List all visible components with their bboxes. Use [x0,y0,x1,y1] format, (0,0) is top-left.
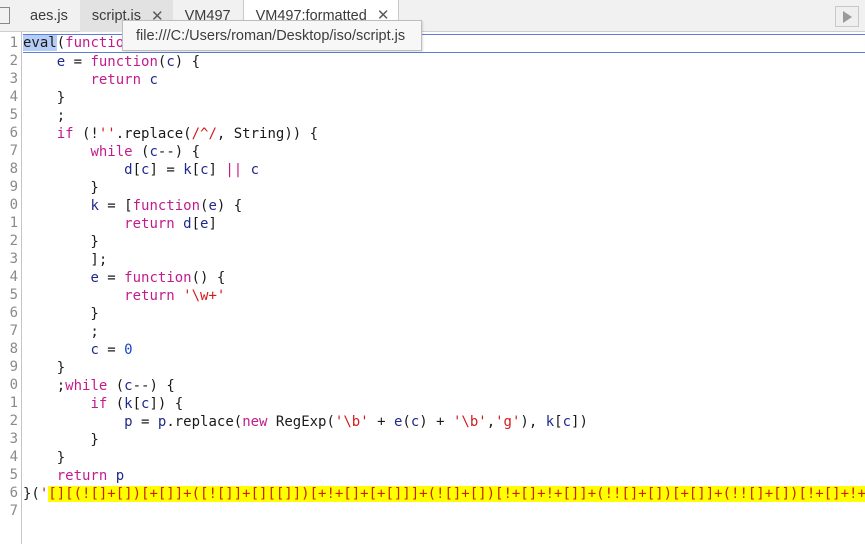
line-number[interactable]: 7 [10,322,18,340]
code-line-16: } [23,306,99,322]
line-number[interactable]: 8 [10,340,18,358]
line-number[interactable]: 3 [10,250,18,268]
line-number[interactable]: 6 [10,484,18,502]
file-path-tooltip: file:///C:/Users/roman/Desktop/iso/scrip… [122,20,422,51]
line-number[interactable]: 3 [10,430,18,448]
code-line-20: ;while (c--) { [23,378,175,394]
code-line-9: } [23,180,99,196]
code-editor[interactable]: 123456789012345678901234567 eval(functio… [0,32,865,544]
line-number[interactable]: 7 [10,502,18,520]
line-number-gutter[interactable]: 123456789012345678901234567 [0,32,22,544]
tab-label: aes.js [30,8,68,24]
code-line-26: }('[][(![]+[])[+[]]+([![]]+[][[]])[+!+[]… [23,485,865,503]
line-number[interactable]: 7 [10,142,18,160]
code-line-24: } [23,450,66,466]
play-triangle-icon[interactable] [835,6,859,27]
code-line-18: c = 0 [90,342,133,358]
code-line-5: ; [23,108,66,124]
line-number[interactable]: 1 [10,214,18,232]
line-number[interactable]: 6 [10,124,18,142]
code-line-14: e = function() { [90,270,226,286]
line-number[interactable]: 1 [10,34,18,52]
code-line-11: return d[e] [124,216,217,232]
tab-aes-js[interactable]: aes.js [18,0,80,32]
line-number[interactable]: 5 [10,466,18,484]
code-line-21: if (k[c]) { [90,396,184,412]
code-line-19: } [23,360,66,376]
code-line-7: while (c--) { [90,144,201,160]
line-number[interactable]: 5 [10,286,18,304]
code-line-3: return c [90,72,158,88]
tooltip-text: file:///C:/Users/roman/Desktop/iso/scrip… [136,27,406,44]
line-number[interactable]: 5 [10,106,18,124]
code-content[interactable]: eval(function(p, a, c, k, e, d) { e = fu… [23,32,865,544]
line-number[interactable]: 1 [10,394,18,412]
code-line-2: e = function(c) { [56,54,201,70]
line-number[interactable]: 2 [10,52,18,70]
line-number[interactable]: 2 [10,412,18,430]
code-line-4: } [23,90,66,106]
line-number[interactable]: 0 [10,376,18,394]
highlighted-payload: [][(![]+[])[+[]]+([![]]+[][[]])[+!+[]+[+… [48,486,865,502]
line-number[interactable]: 8 [10,160,18,178]
line-number[interactable]: 4 [10,88,18,106]
line-number[interactable]: 4 [10,448,18,466]
code-line-12: } [23,234,99,250]
line-number[interactable]: 6 [10,304,18,322]
code-line-17: ; [23,324,99,340]
triangle-glyph [842,10,852,23]
line-number[interactable]: 0 [10,196,18,214]
code-line-10: k = [function(e) { [90,198,243,214]
line-number[interactable]: 4 [10,268,18,286]
code-line-22: p = p.replace(new RegExp('\b' + e(c) + '… [124,414,588,430]
panel-icon [0,7,10,24]
line-number[interactable]: 2 [10,232,18,250]
line-number[interactable]: 9 [10,358,18,376]
code-line-23: } [23,432,99,448]
code-line-15: return '\w+' [124,288,226,304]
code-line-8: d[c] = k[c] || c [124,162,260,178]
line-number[interactable]: 3 [10,70,18,88]
devtools-sources-panel: aes.js script.js ✕ VM497 VM497:formatted… [0,0,865,544]
code-line-25: return p [56,468,125,484]
line-number[interactable]: 9 [10,178,18,196]
code-line-13: ]; [23,252,108,268]
code-line-6: if (!''.replace(/^/, String)) { [56,126,319,142]
